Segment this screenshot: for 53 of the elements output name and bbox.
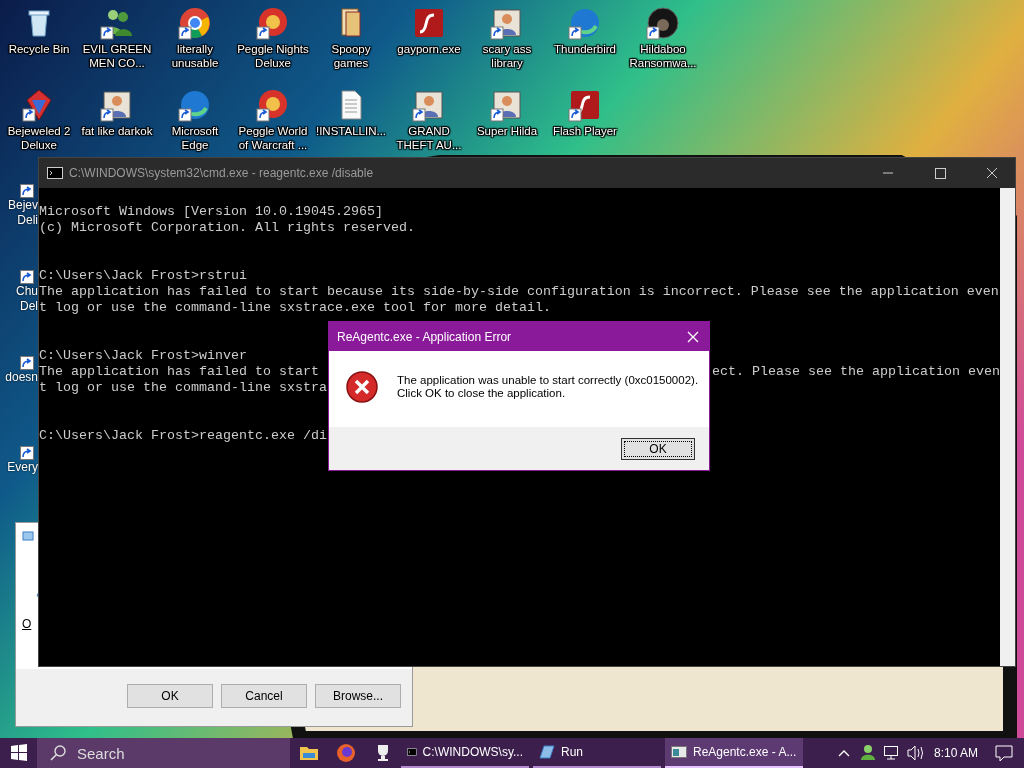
console-line: Microsoft Windows [Version 10.0.19045.2965] — [39, 204, 383, 220]
icon-label[interactable]: Microsoft Edge — [171, 124, 219, 152]
dialog-button[interactable]: Cancel — [221, 684, 307, 708]
console-icon — [47, 167, 63, 179]
console-line: C:\Users\Jack Frost>reagentc.exe /di — [39, 428, 327, 444]
icon-label[interactable]: EVIL GREEN MEN CO... — [82, 42, 152, 70]
icon-label[interactable]: literally unusable — [171, 42, 219, 70]
browser-icon[interactable] — [335, 743, 356, 763]
console-line: t log or use the command-line sxstrace.exe tool for more detail. — [39, 300, 551, 316]
icon-label[interactable]: Bejev Deli — [7, 198, 38, 228]
console-line: The application has failed to start — [39, 364, 319, 380]
console-line: ect. Please see the application even — [712, 364, 1000, 380]
console-line: C:\Users\Jack Frost>rstrui — [39, 268, 247, 284]
icon-label[interactable]: Spoopy games — [331, 42, 371, 70]
taskbar-button[interactable]: Run — [533, 738, 661, 768]
clock[interactable]: 8:10 AM — [933, 746, 978, 760]
dialog-button[interactable]: OK — [127, 684, 213, 708]
error-message: The application was unable to start correctly (0xc0150002). Click OK to close the application. — [397, 374, 699, 400]
icon-label[interactable]: Every — [7, 460, 38, 475]
taskbar-button[interactable]: C:\WINDOWS\sy... — [401, 738, 529, 768]
shortcut-arrow-icon — [20, 356, 34, 370]
console-line: C:\Users\Jack Frost>winver — [39, 348, 247, 364]
icon-label[interactable]: gayporn.exe — [397, 42, 461, 56]
open-label: O — [22, 617, 32, 631]
taskbar-button[interactable]: ReAgentc.exe - A... — [665, 738, 803, 768]
icon-label[interactable]: !INSTALLIN... — [315, 124, 387, 138]
console-line: t log or use the command-line sxstra — [39, 380, 327, 396]
scrollbar[interactable] — [1000, 188, 1015, 666]
shortcut-arrow-icon — [20, 270, 34, 284]
search-field[interactable]: Search — [37, 738, 290, 768]
icon-label[interactable]: fat like darkok — [81, 124, 153, 138]
search-icon — [49, 744, 67, 762]
icon-label[interactable]: Bejeweled 2 Deluxe — [7, 124, 71, 152]
ok-button[interactable]: OK — [621, 437, 695, 460]
window-icon — [671, 745, 687, 759]
console-line: The application has failed to start because its side-by-side configuration is incorrect. Please see the application even — [39, 284, 999, 300]
shortcut-arrow-icon — [20, 446, 34, 460]
error-icon — [345, 370, 379, 404]
icon-label[interactable]: Peggle Nights Deluxe — [237, 42, 309, 70]
icon-label[interactable]: Recycle Bin — [8, 42, 70, 56]
icon-label[interactable]: doesn — [5, 370, 38, 385]
icon-label[interactable]: Peggle World of Warcraft ... — [238, 124, 308, 152]
icon-label[interactable]: GRAND THEFT AU... — [396, 124, 462, 152]
run-icon — [22, 531, 34, 541]
console-icon — [407, 745, 417, 759]
dialog-title: ReAgentc.exe - Application Error — [337, 329, 512, 344]
icon-label[interactable]: scary ass library — [482, 42, 532, 70]
shortcut-arrow-icon — [20, 184, 34, 198]
console-line: (c) Microsoft Corporation. All rights reserved. — [39, 220, 415, 236]
window-title: C:\WINDOWS\system32\cmd.exe - reagentc.exe /disable — [69, 166, 374, 180]
dialog-button[interactable]: Browse... — [315, 684, 401, 708]
run-icon — [539, 745, 555, 759]
icon-label[interactable]: Chu Del — [16, 284, 38, 314]
